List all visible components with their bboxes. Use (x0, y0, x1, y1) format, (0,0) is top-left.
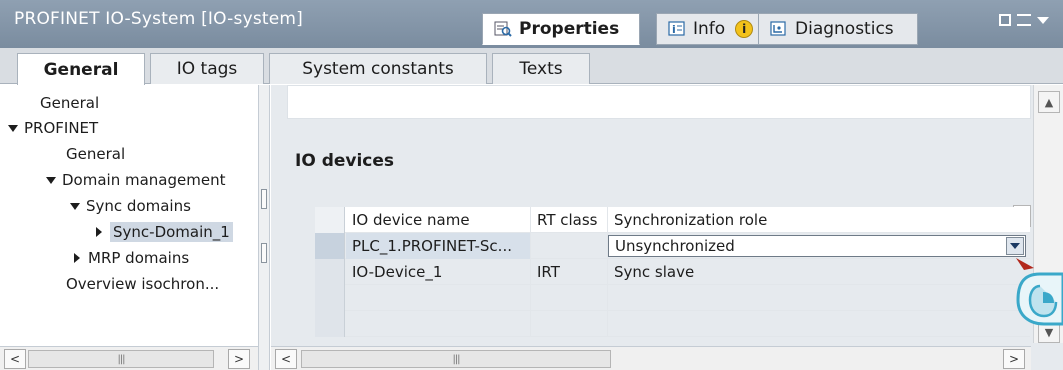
collapse-right-icon[interactable] (261, 243, 267, 263)
click-cursor-icon (1010, 256, 1063, 326)
tab-properties-label: Properties (519, 19, 620, 39)
expand-arrow-icon[interactable] (70, 202, 80, 210)
rt-class-cell[interactable] (531, 233, 608, 259)
tree-item-mrp-domains[interactable]: MRP domains (74, 245, 189, 271)
tab-info-label: Info (693, 19, 726, 39)
title-bar: PROFINET IO-System [IO-system] Propertie… (0, 0, 1063, 48)
window-title: PROFINET IO-System [IO-system] (14, 9, 304, 29)
scroll-thumb[interactable]: ||| (28, 350, 214, 368)
expand-arrow-icon[interactable] (46, 176, 56, 184)
subtab-io-tags[interactable]: IO tags (150, 53, 264, 84)
list-icon[interactable] (1017, 14, 1031, 26)
properties-icon (493, 20, 513, 38)
panel-splitter[interactable] (258, 85, 270, 370)
collapse-left-icon[interactable] (261, 189, 267, 209)
sync-role-cell[interactable]: Sync slave (608, 259, 1028, 285)
window-controls (999, 14, 1049, 26)
column-header-sync-role[interactable]: Synchronization role (608, 207, 1028, 233)
tree-item-profinet-general[interactable]: General (66, 141, 125, 167)
tree-horizontal-scrollbar[interactable]: < ||| > (0, 346, 258, 370)
expand-arrow-icon[interactable] (8, 124, 18, 132)
properties-panel: IO devices ▲ ▼ ≡ IO device name RT class… (271, 85, 1063, 370)
table-header-row: IO device name RT class Synchronization … (315, 207, 1030, 233)
tree-item-sync-domain-1[interactable]: Sync-Domain_1 (96, 219, 233, 245)
tree-item-general[interactable]: General (40, 90, 99, 116)
previous-section-box (287, 85, 1031, 119)
panel-horizontal-scrollbar[interactable]: < ||| > (271, 346, 1031, 370)
scroll-left-icon[interactable]: < (4, 349, 26, 369)
subtab-texts[interactable]: Texts (492, 53, 590, 84)
device-name-cell[interactable]: PLC_1.PROFINET-Sc... (346, 233, 531, 259)
scroll-right-icon[interactable]: > (1003, 349, 1025, 369)
device-name-cell[interactable]: IO-Device_1 (346, 259, 531, 285)
info-icon: i (667, 20, 687, 38)
row-header (315, 207, 345, 233)
table-row-empty[interactable] (315, 285, 1030, 311)
subtab-general[interactable]: General (17, 53, 145, 85)
subtab-bar: General IO tags System constants Texts (0, 48, 1063, 85)
collapse-arrow-icon[interactable] (96, 227, 102, 237)
row-header[interactable] (315, 259, 345, 285)
scroll-thumb[interactable]: ||| (301, 350, 611, 368)
scroll-up-icon[interactable]: ▲ (1038, 91, 1060, 113)
tab-properties[interactable]: Properties (482, 13, 640, 45)
table-row[interactable]: PLC_1.PROFINET-Sc... Unsynchronized (315, 233, 1030, 259)
empty-cell[interactable] (346, 311, 531, 337)
diagnostics-icon (769, 20, 789, 38)
scroll-right-icon[interactable]: > (228, 349, 250, 369)
table-row[interactable]: IO-Device_1 IRT Sync slave (315, 259, 1030, 285)
empty-cell[interactable] (531, 285, 608, 311)
chevron-down-icon[interactable] (1037, 17, 1049, 24)
rt-class-cell[interactable]: IRT (531, 259, 608, 285)
sync-role-value: Unsynchronized (615, 237, 735, 255)
tab-diagnostics[interactable]: Diagnostics (758, 13, 918, 45)
info-badge-icon: i (735, 20, 754, 38)
navigation-tree: General PROFINET General Domain manageme… (0, 85, 258, 370)
row-header[interactable] (315, 285, 345, 311)
tree-item-overview-isochron[interactable]: Overview isochron... (66, 271, 219, 297)
column-header-rt-class[interactable]: RT class (531, 207, 608, 233)
svg-text:i: i (672, 23, 676, 36)
sync-role-dropdown[interactable]: Unsynchronized (608, 235, 1026, 257)
section-title: IO devices (295, 151, 395, 171)
tree-item-domain-management[interactable]: Domain management (46, 167, 225, 193)
table-row-empty[interactable] (315, 311, 1030, 337)
empty-cell[interactable] (346, 285, 531, 311)
tree-item-sync-domains[interactable]: Sync domains (70, 193, 191, 219)
row-header[interactable] (315, 233, 345, 259)
tab-diagnostics-label: Diagnostics (795, 19, 894, 39)
row-header[interactable] (315, 311, 345, 337)
tab-info[interactable]: i Info i (656, 13, 758, 45)
collapse-arrow-icon[interactable] (74, 253, 80, 263)
empty-cell[interactable] (531, 311, 608, 337)
dropdown-arrow-icon[interactable] (1006, 237, 1024, 255)
float-icon[interactable] (999, 14, 1011, 26)
subtab-system-constants[interactable]: System constants (269, 53, 487, 84)
column-header-device-name[interactable]: IO device name (346, 207, 531, 233)
tree-item-profinet[interactable]: PROFINET (8, 115, 98, 141)
scroll-left-icon[interactable]: < (275, 349, 297, 369)
